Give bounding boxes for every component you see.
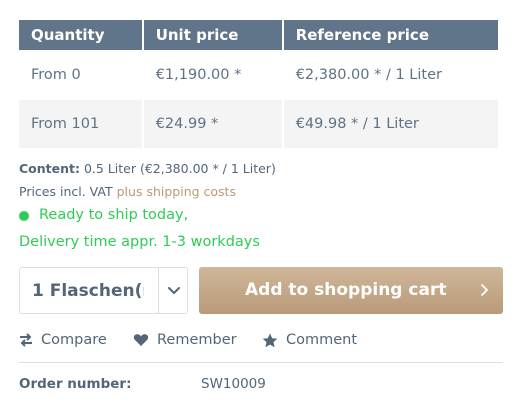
cell-unit-price: €24.99 * bbox=[143, 100, 282, 148]
vat-info: Prices incl. VAT plus shipping costs bbox=[19, 184, 236, 199]
star-icon bbox=[262, 333, 278, 347]
header-quantity: Quantity bbox=[19, 20, 142, 50]
heart-icon bbox=[133, 334, 149, 346]
quantity-select-divider bbox=[158, 268, 159, 313]
delivery-time-text: Delivery time appr. 1-3 workdays bbox=[19, 234, 260, 250]
price-table-header-row: Quantity Unit price Reference price bbox=[19, 20, 498, 50]
quantity-select-value: 1 Flaschen(n bbox=[32, 281, 144, 301]
cell-reference-price: €2,380.00 * / 1 Liter bbox=[283, 50, 498, 100]
cell-reference-price: €49.98 * / 1 Liter bbox=[283, 100, 498, 148]
remember-button[interactable]: Remember bbox=[133, 330, 237, 350]
price-row: From 101 €24.99 * €49.98 * / 1 Liter bbox=[19, 100, 498, 148]
delivery-status-text: Ready to ship today, bbox=[39, 207, 189, 223]
add-to-cart-button[interactable]: Add to shopping cart bbox=[199, 267, 503, 314]
comment-button[interactable]: Comment bbox=[262, 330, 357, 350]
quantity-select[interactable]: 1 Flaschen(n bbox=[19, 267, 188, 314]
chevron-down-icon bbox=[168, 287, 180, 294]
header-unit-price: Unit price bbox=[143, 20, 282, 50]
compare-icon bbox=[20, 333, 32, 347]
shipping-costs-link[interactable]: plus shipping costs bbox=[117, 184, 236, 199]
header-reference-price: Reference price bbox=[283, 20, 498, 50]
content-label: Content: bbox=[19, 161, 80, 176]
cell-quantity: From 0 bbox=[19, 50, 142, 100]
price-row: From 0 €1,190.00 * €2,380.00 * / 1 Liter bbox=[19, 50, 498, 100]
price-table: Quantity Unit price Reference price From… bbox=[17, 20, 500, 148]
compare-button[interactable]: Compare bbox=[19, 330, 107, 350]
order-number-label: Order number: bbox=[19, 376, 132, 392]
order-number-value: SW10009 bbox=[201, 376, 266, 392]
cell-unit-price: €1,190.00 * bbox=[143, 50, 282, 100]
add-to-cart-label: Add to shopping cart bbox=[245, 280, 447, 300]
remember-label: Remember bbox=[157, 332, 237, 348]
content-value: 0.5 Liter (€2,380.00 * / 1 Liter) bbox=[83, 161, 276, 176]
cell-quantity: From 101 bbox=[19, 100, 142, 148]
divider bbox=[19, 362, 503, 363]
compare-label: Compare bbox=[41, 332, 107, 348]
delivery-status-dot bbox=[19, 211, 29, 221]
content-info: Content: 0.5 Liter (€2,380.00 * / 1 Lite… bbox=[19, 161, 276, 176]
comment-label: Comment bbox=[286, 332, 358, 348]
chevron-right-icon bbox=[481, 284, 488, 296]
vat-text: Prices incl. VAT bbox=[19, 184, 113, 199]
